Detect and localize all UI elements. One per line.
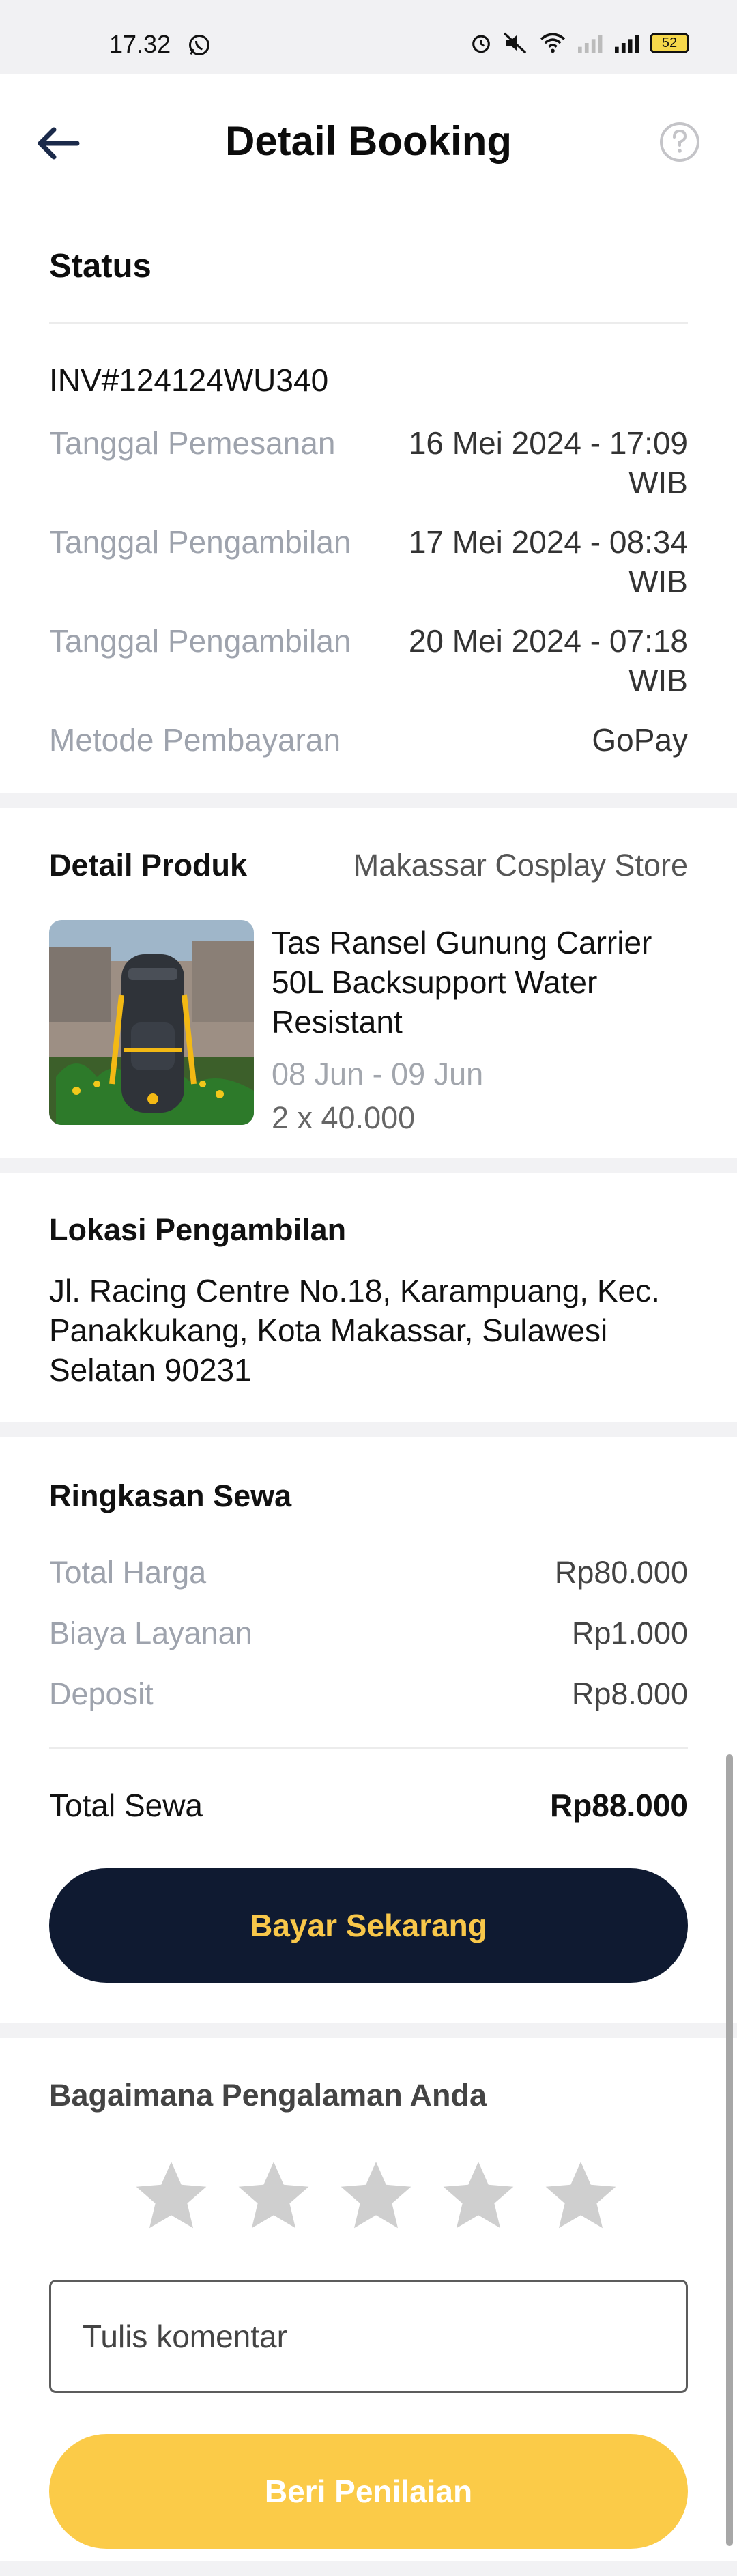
info-label: Tanggal Pengambilan: [49, 623, 351, 659]
summary-row-deposit: Deposit Rp8.000: [49, 1676, 688, 1717]
section-separator: [0, 2561, 737, 2576]
app-header: Detail Booking: [0, 74, 737, 210]
product-image[interactable]: [49, 920, 254, 1125]
section-title-location: Lokasi Pengambilan: [49, 1212, 347, 1247]
submit-rating-button[interactable]: Beri Penilaian: [49, 2434, 688, 2549]
section-separator: [0, 1422, 737, 1437]
summary-value: Rp80.000: [554, 1555, 688, 1590]
section-title-status: Status: [49, 248, 151, 285]
info-value: 20 Mei 2024 - 07:18 WIB: [408, 623, 688, 698]
booking-detail-screen: 17.32 52 Detail Booking Status INV#12412…: [0, 0, 737, 2576]
scrollbar[interactable]: [726, 1754, 733, 2546]
rental-dates: 08 Jun - 09 Jun: [272, 1057, 484, 1091]
summary-row-total-price: Total Harga Rp80.000: [49, 1555, 688, 1596]
summary-value: Rp8.000: [571, 1676, 688, 1711]
info-value: GoPay: [592, 722, 688, 758]
info-row-return-date: Tanggal Pengambilan 20 Mei 2024 - 07:18 …: [49, 621, 688, 703]
info-row-pickup-date: Tanggal Pengambilan 17 Mei 2024 - 08:34 …: [49, 522, 688, 604]
summary-label: Deposit: [49, 1676, 154, 1711]
summary-label: Biaya Layanan: [49, 1616, 252, 1650]
section-title-product: Detail Produk: [49, 848, 248, 883]
summary-label: Total Harga: [49, 1555, 207, 1590]
star-icon[interactable]: [232, 2156, 315, 2239]
total-value: Rp88.000: [549, 1788, 688, 1823]
info-label: Tanggal Pemesanan: [49, 425, 336, 461]
help-circle-icon: [660, 122, 699, 162]
section-title-summary: Ringkasan Sewa: [49, 1478, 292, 1513]
help-button[interactable]: [652, 115, 707, 169]
product-quantity-price: 2 x 40.000: [272, 1100, 416, 1135]
battery-icon: 52: [650, 33, 689, 53]
star-icon[interactable]: [437, 2156, 520, 2239]
comment-input[interactable]: [49, 2280, 688, 2393]
info-row-payment-method: Metode Pembayaran GoPay: [49, 720, 688, 761]
summary-row-service-fee: Biaya Layanan Rp1.000: [49, 1616, 688, 1657]
pickup-address: Jl. Racing Centre No.18, Karampuang, Kec…: [49, 1273, 660, 1388]
mute-icon: [503, 32, 527, 54]
status-icons: 52: [469, 31, 689, 55]
whatsapp-icon: [189, 35, 209, 55]
pay-now-button[interactable]: Bayar Sekarang: [49, 1868, 688, 1983]
clock: 17.32: [109, 30, 171, 58]
store-name[interactable]: Makassar Cosplay Store: [353, 848, 688, 883]
invoice-number: INV#124124WU340: [49, 362, 329, 398]
total-label: Total Sewa: [49, 1788, 203, 1823]
star-icon[interactable]: [539, 2156, 622, 2239]
backpack-image: [49, 920, 254, 1125]
rating-title: Bagaimana Pengalaman Anda: [49, 2078, 487, 2113]
star-icon[interactable]: [130, 2156, 213, 2239]
section-separator: [0, 1158, 737, 1173]
system-status-bar: 17.32 52: [0, 0, 737, 74]
info-row-order-date: Tanggal Pemesanan 16 Mei 2024 - 17:09 WI…: [49, 423, 688, 505]
section-separator: [0, 793, 737, 808]
star-rating[interactable]: [130, 2156, 622, 2239]
summary-total-row: Total Sewa Rp88.000: [49, 1787, 688, 1828]
page-title: Detail Booking: [225, 118, 512, 164]
divider: [49, 322, 688, 324]
signal-icon: [615, 35, 639, 53]
summary-value: Rp1.000: [571, 1616, 688, 1650]
product-name[interactable]: Tas Ransel Gunung Carrier 50L Backsuppor…: [272, 923, 688, 1042]
info-label: Metode Pembayaran: [49, 722, 341, 758]
section-separator: [0, 2023, 737, 2038]
alarm-icon: [472, 35, 490, 53]
star-icon[interactable]: [334, 2156, 418, 2239]
info-value: 17 Mei 2024 - 08:34 WIB: [408, 524, 688, 599]
divider: [49, 1747, 688, 1749]
wifi-icon: [540, 33, 566, 53]
signal-icon: [578, 35, 603, 53]
info-label: Tanggal Pengambilan: [49, 524, 351, 560]
info-value: 16 Mei 2024 - 17:09 WIB: [408, 425, 688, 500]
